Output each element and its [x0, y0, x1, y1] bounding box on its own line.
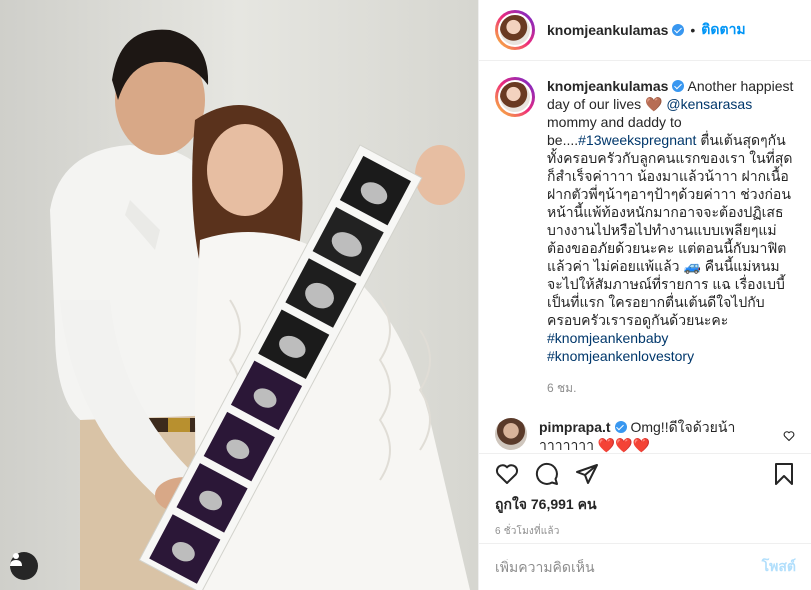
comment-input[interactable]	[495, 559, 762, 575]
comment-item: pimprapa.t Omg!!ดีใจด้วยน้าาาาาาาา ❤️❤️❤…	[495, 418, 795, 453]
user-tag-icon	[10, 553, 22, 566]
caption-text-3: ตื่นเต้นสุดๆกันทั้งครอบครัวกับลูกคนแรกขอ…	[547, 132, 793, 274]
brown-heart-emoji: 🤎	[645, 96, 663, 112]
verified-badge-icon	[614, 421, 627, 433]
commenter-username[interactable]: pimprapa.t	[539, 419, 611, 435]
verified-badge-icon	[672, 80, 685, 92]
heart-outline-icon[interactable]	[783, 430, 795, 442]
hashtag-link[interactable]: #knomjeankenbaby	[547, 330, 668, 346]
author-avatar[interactable]	[495, 10, 535, 50]
hashtag-link[interactable]: #knomjeankenlovestory	[547, 348, 694, 364]
user-tag-button[interactable]	[10, 552, 38, 580]
post-actions: ถูกใจ 76,991 คน 6 ชั่วโมงที่แล้ว	[479, 453, 811, 539]
share-icon[interactable]	[575, 462, 599, 486]
comment-icon[interactable]	[535, 462, 559, 486]
post-timestamp[interactable]: 6 ชั่วโมงที่แล้ว	[495, 524, 796, 539]
mention-link[interactable]: @kensarasas	[666, 96, 752, 112]
heart-outline-icon[interactable]	[495, 462, 519, 486]
caption-username[interactable]: knomjeankulamas	[547, 78, 668, 94]
photo-illustration	[0, 0, 478, 590]
comments-list[interactable]: knomjeankulamas Another happiest day of …	[479, 61, 811, 453]
follow-button[interactable]: ติดตาม	[701, 19, 745, 41]
caption-time[interactable]: 6 ชม.	[547, 379, 795, 398]
post-header: knomjeankulamas • ติดตาม	[479, 0, 811, 61]
header-separator: •	[690, 22, 696, 38]
post-dialog: knomjeankulamas • ติดตาม knomjeankulamas…	[0, 0, 811, 590]
caption: knomjeankulamas Another happiest day of …	[495, 77, 795, 365]
post-side-panel: knomjeankulamas • ติดตาม knomjeankulamas…	[478, 0, 811, 590]
red-hearts-emoji: ❤️❤️❤️	[597, 437, 651, 453]
comment-text: pimprapa.t Omg!!ดีใจด้วยน้าาาาาาาา ❤️❤️❤…	[539, 418, 784, 453]
post-comment-button[interactable]: โพสต์	[762, 556, 796, 578]
caption-avatar[interactable]	[495, 77, 535, 117]
car-emoji: 🚙	[683, 258, 701, 274]
likes-count[interactable]: ถูกใจ 76,991 คน	[495, 494, 796, 516]
action-icons	[495, 454, 796, 494]
commenter-avatar[interactable]	[495, 418, 527, 450]
post-photo[interactable]	[0, 0, 478, 590]
bookmark-icon[interactable]	[772, 462, 796, 486]
verified-badge-icon	[672, 24, 685, 36]
likes-prefix: ถูกใจ	[495, 496, 527, 512]
add-comment-bar: โพสต์	[479, 543, 811, 590]
likes-suffix: คน	[577, 496, 597, 512]
caption-text: knomjeankulamas Another happiest day of …	[547, 77, 795, 365]
author-username[interactable]: knomjeankulamas	[547, 22, 668, 38]
hashtag-link[interactable]: #13weekspregnant	[578, 132, 696, 148]
likes-number: 76,991	[530, 496, 574, 512]
